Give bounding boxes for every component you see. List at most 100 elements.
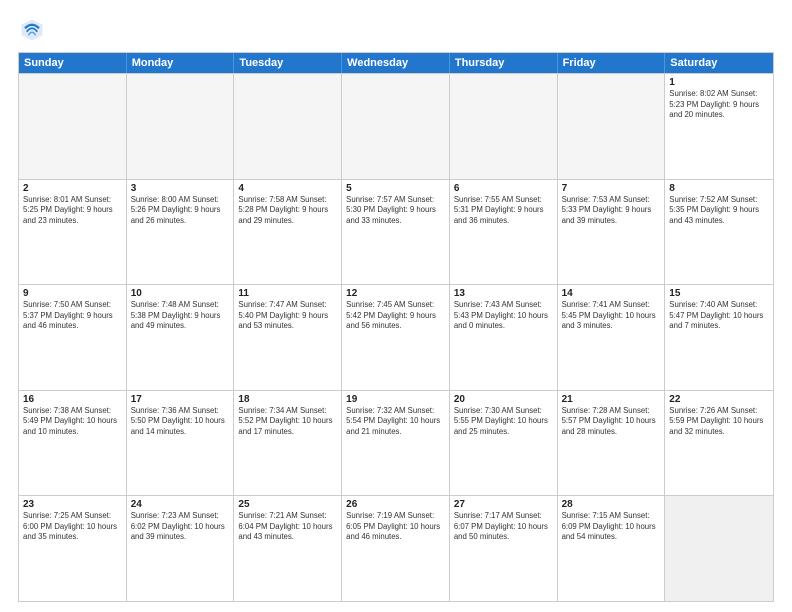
cal-cell-2-1: 10Sunrise: 7:48 AM Sunset: 5:38 PM Dayli… [127,285,235,390]
cal-cell-4-1: 24Sunrise: 7:23 AM Sunset: 6:02 PM Dayli… [127,496,235,601]
cell-text: Sunrise: 7:41 AM Sunset: 5:45 PM Dayligh… [562,300,661,332]
cell-text: Sunrise: 7:52 AM Sunset: 5:35 PM Dayligh… [669,195,769,227]
header-day-sunday: Sunday [19,53,127,73]
day-number: 28 [562,499,661,510]
cell-text: Sunrise: 7:50 AM Sunset: 5:37 PM Dayligh… [23,300,122,332]
logo-icon [18,16,46,44]
cal-cell-3-0: 16Sunrise: 7:38 AM Sunset: 5:49 PM Dayli… [19,391,127,496]
cal-cell-2-6: 15Sunrise: 7:40 AM Sunset: 5:47 PM Dayli… [665,285,773,390]
cell-text: Sunrise: 7:53 AM Sunset: 5:33 PM Dayligh… [562,195,661,227]
cal-cell-1-3: 5Sunrise: 7:57 AM Sunset: 5:30 PM Daylig… [342,180,450,285]
cell-text: Sunrise: 7:21 AM Sunset: 6:04 PM Dayligh… [238,511,337,543]
cal-cell-0-6: 1Sunrise: 8:02 AM Sunset: 5:23 PM Daylig… [665,74,773,179]
day-number: 26 [346,499,445,510]
calendar-row-1: 2Sunrise: 8:01 AM Sunset: 5:25 PM Daylig… [19,179,773,285]
calendar-row-4: 23Sunrise: 7:25 AM Sunset: 6:00 PM Dayli… [19,495,773,601]
cal-cell-0-0 [19,74,127,179]
day-number: 13 [454,288,553,299]
cal-cell-0-1 [127,74,235,179]
header-day-thursday: Thursday [450,53,558,73]
cell-text: Sunrise: 7:38 AM Sunset: 5:49 PM Dayligh… [23,406,122,438]
cal-cell-1-4: 6Sunrise: 7:55 AM Sunset: 5:31 PM Daylig… [450,180,558,285]
cal-cell-3-2: 18Sunrise: 7:34 AM Sunset: 5:52 PM Dayli… [234,391,342,496]
cell-text: Sunrise: 7:58 AM Sunset: 5:28 PM Dayligh… [238,195,337,227]
day-number: 17 [131,394,230,405]
cell-text: Sunrise: 8:02 AM Sunset: 5:23 PM Dayligh… [669,89,769,121]
cal-cell-2-3: 12Sunrise: 7:45 AM Sunset: 5:42 PM Dayli… [342,285,450,390]
day-number: 9 [23,288,122,299]
cal-cell-1-6: 8Sunrise: 7:52 AM Sunset: 5:35 PM Daylig… [665,180,773,285]
cell-text: Sunrise: 7:36 AM Sunset: 5:50 PM Dayligh… [131,406,230,438]
cell-text: Sunrise: 8:01 AM Sunset: 5:25 PM Dayligh… [23,195,122,227]
header-day-monday: Monday [127,53,235,73]
header-day-wednesday: Wednesday [342,53,450,73]
cal-cell-1-2: 4Sunrise: 7:58 AM Sunset: 5:28 PM Daylig… [234,180,342,285]
header-day-saturday: Saturday [665,53,773,73]
cal-cell-4-3: 26Sunrise: 7:19 AM Sunset: 6:05 PM Dayli… [342,496,450,601]
cal-cell-3-1: 17Sunrise: 7:36 AM Sunset: 5:50 PM Dayli… [127,391,235,496]
header [18,16,774,44]
cell-text: Sunrise: 7:15 AM Sunset: 6:09 PM Dayligh… [562,511,661,543]
logo [18,16,50,44]
cell-text: Sunrise: 7:25 AM Sunset: 6:00 PM Dayligh… [23,511,122,543]
cal-cell-4-4: 27Sunrise: 7:17 AM Sunset: 6:07 PM Dayli… [450,496,558,601]
day-number: 14 [562,288,661,299]
cell-text: Sunrise: 7:28 AM Sunset: 5:57 PM Dayligh… [562,406,661,438]
day-number: 8 [669,183,769,194]
cell-text: Sunrise: 7:26 AM Sunset: 5:59 PM Dayligh… [669,406,769,438]
cal-cell-4-2: 25Sunrise: 7:21 AM Sunset: 6:04 PM Dayli… [234,496,342,601]
cal-cell-3-5: 21Sunrise: 7:28 AM Sunset: 5:57 PM Dayli… [558,391,666,496]
cell-text: Sunrise: 7:43 AM Sunset: 5:43 PM Dayligh… [454,300,553,332]
calendar-header: SundayMondayTuesdayWednesdayThursdayFrid… [19,53,773,73]
cal-cell-3-3: 19Sunrise: 7:32 AM Sunset: 5:54 PM Dayli… [342,391,450,496]
day-number: 24 [131,499,230,510]
cal-cell-0-5 [558,74,666,179]
day-number: 1 [669,77,769,88]
day-number: 20 [454,394,553,405]
cal-cell-0-3 [342,74,450,179]
day-number: 7 [562,183,661,194]
cal-cell-4-0: 23Sunrise: 7:25 AM Sunset: 6:00 PM Dayli… [19,496,127,601]
day-number: 11 [238,288,337,299]
day-number: 4 [238,183,337,194]
cal-cell-4-6 [665,496,773,601]
calendar-row-2: 9Sunrise: 7:50 AM Sunset: 5:37 PM Daylig… [19,284,773,390]
cal-cell-2-0: 9Sunrise: 7:50 AM Sunset: 5:37 PM Daylig… [19,285,127,390]
page: SundayMondayTuesdayWednesdayThursdayFrid… [0,0,792,612]
cal-cell-1-1: 3Sunrise: 8:00 AM Sunset: 5:26 PM Daylig… [127,180,235,285]
day-number: 22 [669,394,769,405]
day-number: 23 [23,499,122,510]
cell-text: Sunrise: 8:00 AM Sunset: 5:26 PM Dayligh… [131,195,230,227]
day-number: 21 [562,394,661,405]
day-number: 19 [346,394,445,405]
cal-cell-2-2: 11Sunrise: 7:47 AM Sunset: 5:40 PM Dayli… [234,285,342,390]
day-number: 3 [131,183,230,194]
cal-cell-1-5: 7Sunrise: 7:53 AM Sunset: 5:33 PM Daylig… [558,180,666,285]
cal-cell-2-4: 13Sunrise: 7:43 AM Sunset: 5:43 PM Dayli… [450,285,558,390]
cal-cell-3-6: 22Sunrise: 7:26 AM Sunset: 5:59 PM Dayli… [665,391,773,496]
cell-text: Sunrise: 7:40 AM Sunset: 5:47 PM Dayligh… [669,300,769,332]
day-number: 10 [131,288,230,299]
cell-text: Sunrise: 7:30 AM Sunset: 5:55 PM Dayligh… [454,406,553,438]
day-number: 5 [346,183,445,194]
cell-text: Sunrise: 7:19 AM Sunset: 6:05 PM Dayligh… [346,511,445,543]
day-number: 12 [346,288,445,299]
cal-cell-2-5: 14Sunrise: 7:41 AM Sunset: 5:45 PM Dayli… [558,285,666,390]
cell-text: Sunrise: 7:55 AM Sunset: 5:31 PM Dayligh… [454,195,553,227]
cal-cell-3-4: 20Sunrise: 7:30 AM Sunset: 5:55 PM Dayli… [450,391,558,496]
cell-text: Sunrise: 7:48 AM Sunset: 5:38 PM Dayligh… [131,300,230,332]
cal-cell-4-5: 28Sunrise: 7:15 AM Sunset: 6:09 PM Dayli… [558,496,666,601]
cell-text: Sunrise: 7:45 AM Sunset: 5:42 PM Dayligh… [346,300,445,332]
day-number: 27 [454,499,553,510]
calendar: SundayMondayTuesdayWednesdayThursdayFrid… [18,52,774,602]
day-number: 15 [669,288,769,299]
day-number: 6 [454,183,553,194]
day-number: 25 [238,499,337,510]
cal-cell-0-4 [450,74,558,179]
header-day-tuesday: Tuesday [234,53,342,73]
cell-text: Sunrise: 7:17 AM Sunset: 6:07 PM Dayligh… [454,511,553,543]
cal-cell-0-2 [234,74,342,179]
calendar-row-3: 16Sunrise: 7:38 AM Sunset: 5:49 PM Dayli… [19,390,773,496]
day-number: 16 [23,394,122,405]
day-number: 18 [238,394,337,405]
